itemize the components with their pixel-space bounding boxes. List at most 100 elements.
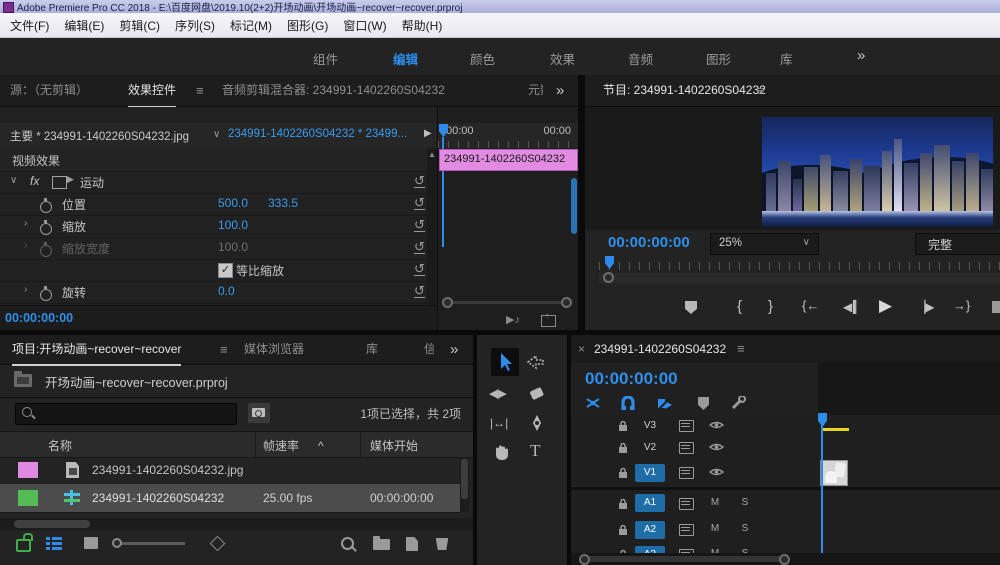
solo-button[interactable]: S bbox=[737, 521, 753, 537]
mute-button[interactable]: M bbox=[707, 521, 723, 537]
track-a1[interactable]: A1 M S bbox=[571, 490, 1000, 518]
uniform-scale-reset-icon[interactable]: ↺ bbox=[414, 262, 425, 276]
tool-track-select[interactable] bbox=[524, 352, 546, 372]
step-back-icon[interactable]: ◀ ▏ bbox=[843, 300, 864, 314]
zoom-level-dropdown[interactable]: 25% ∨ bbox=[710, 233, 819, 255]
tool-ripple-edit[interactable]: ◀|▶ bbox=[489, 387, 507, 400]
mark-in-icon[interactable]: { bbox=[737, 298, 742, 315]
tab-effect-controls[interactable]: 效果控件 bbox=[128, 75, 177, 107]
show-timeline-view-icon[interactable]: ▶ bbox=[424, 128, 432, 139]
effect-list-scrollbar[interactable]: ▲ bbox=[427, 148, 437, 305]
rotation-value[interactable]: 0.0 bbox=[218, 284, 235, 298]
play-audio-only-icon[interactable]: ▶♪ bbox=[506, 313, 520, 326]
column-media-start[interactable]: 媒体开始 bbox=[370, 437, 418, 454]
go-to-out-icon[interactable]: →} bbox=[953, 298, 970, 313]
timeline-hscrollbar[interactable] bbox=[571, 553, 1000, 565]
list-view-icon[interactable] bbox=[46, 537, 62, 550]
program-timecode[interactable]: 00:00:00:00 bbox=[608, 234, 690, 251]
automate-to-sequence-icon[interactable] bbox=[209, 535, 226, 552]
lift-icon[interactable] bbox=[992, 301, 1000, 313]
column-name[interactable]: 名称 bbox=[48, 437, 72, 454]
motion-reset-icon[interactable]: ↺ bbox=[414, 174, 425, 188]
bin-vscrollbar[interactable] bbox=[460, 457, 469, 512]
workspace-tab-effects[interactable]: 效果 bbox=[550, 49, 575, 68]
position-reset-icon[interactable]: ↺ bbox=[414, 196, 425, 210]
scroll-handle-right[interactable] bbox=[779, 554, 790, 565]
tab-project[interactable]: 项目:开场动画~recover~recover bbox=[12, 335, 182, 366]
scale-width-reset-icon[interactable]: ↺ bbox=[414, 240, 425, 254]
workspace-tab-editing[interactable]: 编辑 bbox=[393, 49, 418, 68]
track-v2[interactable]: V2 bbox=[571, 436, 1000, 460]
scale-reset-icon[interactable]: ↺ bbox=[414, 218, 425, 232]
sync-lock-icon[interactable] bbox=[679, 467, 694, 479]
track-v1[interactable]: V1 bbox=[571, 459, 1000, 488]
menu-file[interactable]: 文件(F) bbox=[10, 17, 49, 34]
mute-button[interactable]: M bbox=[707, 495, 723, 511]
menu-edit[interactable]: 编辑(E) bbox=[64, 17, 104, 34]
menu-graphics[interactable]: 图形(G) bbox=[287, 17, 328, 34]
tab-info[interactable]: 信息 bbox=[424, 335, 434, 364]
effect-controls-timecode[interactable]: 00:00:00:00 bbox=[5, 311, 73, 325]
workspace-tab-graphics[interactable]: 图形 bbox=[706, 49, 731, 68]
tab-sequence[interactable]: 234991-1402260S04232 bbox=[594, 335, 726, 363]
mini-ruler[interactable]: 00:00 00:00 bbox=[438, 123, 578, 148]
menu-window[interactable]: 窗口(W) bbox=[343, 17, 386, 34]
project-writable-icon[interactable] bbox=[16, 533, 33, 552]
program-scrollbar[interactable] bbox=[599, 272, 1000, 283]
v1-clip[interactable] bbox=[820, 460, 848, 486]
workspace-tab-color[interactable]: 颜色 bbox=[470, 49, 495, 68]
tab-libraries[interactable]: 库 bbox=[366, 335, 378, 364]
tab-source-monitor[interactable]: 源：（无剪辑） bbox=[10, 75, 88, 106]
workspace-tab-libraries[interactable]: 库 bbox=[780, 49, 793, 68]
play-button-icon[interactable]: ▶ bbox=[879, 296, 892, 316]
effect-panel-scrollbar[interactable] bbox=[571, 178, 577, 234]
rotation-stopwatch-icon[interactable] bbox=[40, 286, 52, 301]
track-target-v1[interactable]: V1 bbox=[635, 464, 665, 482]
track-lock-icon[interactable] bbox=[618, 467, 628, 478]
label-color-chip[interactable] bbox=[18, 490, 38, 506]
step-forward-icon[interactable]: ▕▶ bbox=[916, 300, 934, 314]
menu-help[interactable]: 帮助(H) bbox=[402, 17, 443, 34]
go-to-in-icon[interactable]: {← bbox=[802, 298, 819, 313]
mini-zoom-scrollbar[interactable] bbox=[442, 297, 572, 308]
new-item-icon[interactable] bbox=[406, 537, 418, 551]
rotation-reset-icon[interactable]: ↺ bbox=[414, 284, 425, 298]
bin-row-sequence[interactable]: 234991-1402260S04232 25.00 fps 00:00:00:… bbox=[0, 484, 460, 513]
uniform-scale-checkbox[interactable]: ✓ bbox=[218, 263, 233, 278]
project-menu-icon[interactable]: ≡ bbox=[220, 335, 228, 364]
track-a2[interactable]: A2 M S bbox=[571, 517, 1000, 544]
tool-selection[interactable] bbox=[491, 348, 519, 376]
workspace-tab-audio[interactable]: 音频 bbox=[628, 49, 653, 68]
tool-type[interactable]: T bbox=[530, 441, 540, 461]
sequence-clip-label[interactable]: 234991-1402260S04232 * 23499... bbox=[228, 128, 407, 140]
track-output-eye-icon[interactable] bbox=[709, 442, 724, 452]
program-ruler[interactable] bbox=[599, 258, 1000, 270]
playback-resolution-dropdown[interactable]: 完整 bbox=[915, 233, 1000, 255]
delete-icon[interactable] bbox=[436, 538, 448, 550]
sync-lock-icon[interactable] bbox=[679, 498, 694, 510]
track-a3[interactable]: A3 M S bbox=[571, 543, 1000, 553]
project-file-row[interactable]: 开场动画~recover~recover.prproj bbox=[0, 365, 473, 398]
timeline-menu-icon[interactable]: ≡ bbox=[737, 335, 745, 363]
add-marker-icon[interactable] bbox=[685, 301, 697, 314]
bin-row-jpg[interactable]: 234991-1402260S04232.jpg bbox=[0, 457, 473, 485]
tool-slip[interactable]: |↔| bbox=[490, 416, 508, 430]
tool-pen[interactable] bbox=[528, 413, 546, 435]
position-stopwatch-icon[interactable] bbox=[40, 198, 52, 213]
position-x-value[interactable]: 500.0 bbox=[218, 196, 248, 210]
motion-effect-row[interactable]: ∨ fx ▶ 运动 ↺ bbox=[0, 171, 437, 194]
sequence-collapse-icon[interactable]: ∨ bbox=[213, 129, 220, 140]
zoom-slider-handle[interactable] bbox=[112, 538, 122, 548]
track-output-eye-icon[interactable] bbox=[709, 420, 724, 430]
new-bin-icon[interactable] bbox=[373, 536, 390, 550]
sync-lock-icon[interactable] bbox=[679, 442, 694, 454]
search-bin-button[interactable] bbox=[248, 403, 270, 423]
project-overflow-icon[interactable]: » bbox=[450, 335, 458, 364]
track-lock-icon[interactable] bbox=[618, 442, 628, 453]
track-lock-icon[interactable] bbox=[618, 524, 628, 535]
mini-clip-bar[interactable]: 234991-1402260S04232 bbox=[439, 149, 578, 171]
icon-view-icon[interactable] bbox=[84, 537, 98, 549]
close-tab-icon[interactable]: × bbox=[578, 335, 585, 363]
track-output-eye-icon[interactable] bbox=[709, 467, 724, 477]
scale-stopwatch-icon[interactable] bbox=[40, 220, 52, 235]
